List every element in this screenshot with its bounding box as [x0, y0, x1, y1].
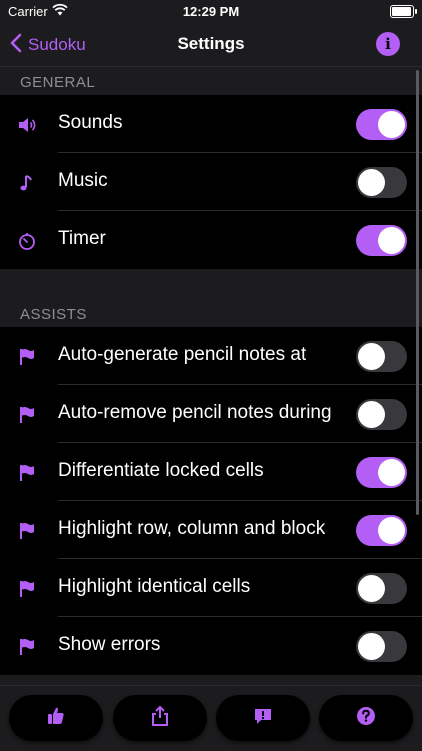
setting-label: Differentiate locked cells	[58, 460, 264, 481]
settings-list[interactable]: GENERAL Sounds Music Timer ASSISTS Auto-…	[0, 67, 422, 685]
speaker-icon	[17, 115, 37, 135]
thumbs-up-icon	[46, 706, 66, 731]
setting-label: Music	[58, 170, 108, 191]
setting-row-highlight-identical: Highlight identical cells	[0, 559, 422, 617]
setting-row-timer: Timer	[0, 211, 422, 269]
setting-row-music: Music	[0, 153, 422, 211]
timer-icon	[17, 231, 37, 251]
show-errors-toggle[interactable]	[356, 631, 407, 662]
music-note-icon	[17, 173, 37, 193]
setting-row-highlight-row-column-block: Highlight row, column and block	[0, 501, 422, 559]
setting-row-sounds: Sounds	[0, 95, 422, 153]
setting-row-differentiate-locked: Differentiate locked cells	[0, 443, 422, 501]
scrollbar[interactable]	[416, 70, 419, 515]
setting-label: Highlight identical cells	[58, 576, 251, 597]
flag-icon	[17, 579, 37, 599]
setting-label: Auto-generate pencil notes at	[58, 344, 307, 365]
help-button[interactable]	[319, 695, 413, 741]
sounds-toggle[interactable]	[356, 109, 407, 140]
battery-icon	[390, 5, 417, 18]
setting-row-show-errors: Show errors	[0, 617, 422, 675]
music-toggle[interactable]	[356, 167, 407, 198]
navigation-bar: Sudoku Settings i	[0, 24, 422, 67]
bottom-toolbar	[0, 685, 422, 751]
share-icon	[150, 705, 170, 732]
general-group: Sounds Music Timer	[0, 95, 422, 269]
feedback-button[interactable]	[216, 695, 310, 741]
setting-label: Timer	[58, 228, 106, 249]
flag-icon	[17, 521, 37, 541]
setting-label: Sounds	[58, 112, 123, 133]
setting-label: Highlight row, column and block	[58, 518, 326, 539]
flag-icon	[17, 347, 37, 367]
setting-label: Show errors	[58, 634, 161, 655]
status-bar: Carrier 12:29 PM	[0, 0, 422, 24]
flag-icon	[17, 637, 37, 657]
section-header-assists: ASSISTS	[0, 269, 422, 327]
help-icon	[356, 706, 376, 731]
highlight-identical-toggle[interactable]	[356, 573, 407, 604]
info-button[interactable]: i	[376, 32, 400, 56]
flag-icon	[17, 463, 37, 483]
assists-group: Auto-generate pencil notes at Auto-remov…	[0, 327, 422, 675]
auto-generate-notes-toggle[interactable]	[356, 341, 407, 372]
rate-button[interactable]	[9, 695, 103, 741]
auto-remove-notes-toggle[interactable]	[356, 399, 407, 430]
timer-toggle[interactable]	[356, 225, 407, 256]
highlight-row-column-block-toggle[interactable]	[356, 515, 407, 546]
section-header-general: GENERAL	[0, 67, 422, 95]
differentiate-locked-toggle[interactable]	[356, 457, 407, 488]
flag-icon	[17, 405, 37, 425]
info-icon: i	[385, 35, 391, 53]
setting-row-auto-remove-notes: Auto-remove pencil notes during	[0, 385, 422, 443]
page-title: Settings	[177, 34, 245, 53]
share-button[interactable]	[113, 695, 207, 741]
feedback-icon	[253, 706, 273, 731]
setting-row-auto-generate-notes: Auto-generate pencil notes at	[0, 327, 422, 385]
clock: 12:29 PM	[182, 4, 240, 19]
setting-label: Auto-remove pencil notes during	[58, 402, 332, 423]
